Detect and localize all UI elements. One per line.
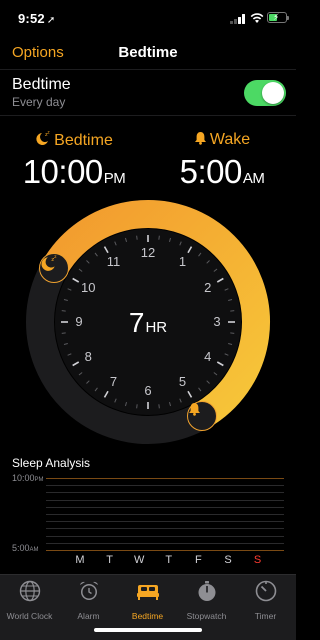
duration-unit: HR bbox=[145, 319, 168, 336]
chart-top-time: 10:00 bbox=[12, 473, 35, 483]
bell-icon bbox=[194, 132, 206, 145]
tab-alarm[interactable]: Alarm bbox=[59, 579, 118, 621]
grid-line bbox=[46, 550, 284, 551]
bedtime-ampm: PM bbox=[103, 170, 126, 187]
tab-world-clock[interactable]: World Clock bbox=[0, 579, 59, 621]
moon-zzz-icon: z z bbox=[41, 255, 58, 271]
chart-top-label: 10:00PM bbox=[12, 473, 44, 483]
duration-value: 7 bbox=[128, 307, 145, 338]
wake-handle[interactable] bbox=[187, 400, 217, 431]
home-indicator bbox=[94, 628, 202, 632]
tab-timer[interactable]: Timer bbox=[236, 579, 295, 621]
stopwatch-icon bbox=[198, 581, 215, 601]
wake-label-row: Wake bbox=[148, 130, 296, 150]
cellular-signal-icon bbox=[230, 14, 246, 24]
grid-line bbox=[46, 528, 284, 530]
clock-number: 5 bbox=[178, 373, 187, 389]
sleep-analysis: Sleep Analysis 10:00PM 5:00AM M T W T F S S bbox=[0, 456, 296, 568]
clock-number: 2 bbox=[204, 279, 212, 295]
sleep-duration: 7HR bbox=[24, 308, 272, 343]
clock-tick bbox=[136, 235, 138, 240]
day-label: S bbox=[253, 554, 262, 566]
alarm-clock-icon bbox=[79, 581, 98, 600]
clock-number: 8 bbox=[84, 348, 92, 364]
bedtime-label: Bedtime bbox=[54, 132, 113, 149]
chart-grid bbox=[46, 478, 284, 551]
clock-number: 7 bbox=[109, 373, 118, 389]
page-title: Bedtime bbox=[118, 44, 178, 61]
tab-label: Stopwatch bbox=[186, 611, 227, 621]
bell-icon bbox=[189, 402, 200, 416]
clock-tick bbox=[158, 404, 160, 409]
tab-label: Timer bbox=[254, 611, 277, 621]
day-label: S bbox=[224, 554, 232, 566]
wake-time: 5:00 bbox=[179, 153, 243, 190]
wake-label: Wake bbox=[209, 131, 251, 148]
sleep-clock-dial[interactable]: 12 1 2 3 4 5 6 7 8 9 10 11 7HR z z bbox=[24, 198, 272, 446]
location-arrow-icon: ➚ bbox=[46, 15, 56, 26]
grid-line bbox=[46, 478, 284, 479]
clock-number: 11 bbox=[106, 254, 121, 270]
bed-icon bbox=[136, 585, 159, 600]
clock-number: 4 bbox=[204, 348, 212, 364]
bedtime-value: 10:00PM bbox=[0, 154, 148, 197]
tab-label: World Clock bbox=[6, 611, 53, 621]
bedtime-time-block[interactable]: z z Bedtime 10:00PM bbox=[0, 130, 148, 197]
grid-line bbox=[46, 492, 284, 494]
moon-zzz-icon: z z bbox=[36, 130, 50, 145]
grid-line bbox=[46, 499, 284, 501]
toggle-title: Bedtime bbox=[12, 76, 71, 93]
sleep-analysis-title: Sleep Analysis bbox=[12, 456, 91, 470]
battery-icon: ⚡ bbox=[267, 12, 289, 23]
grid-line bbox=[46, 521, 284, 523]
wake-time-block[interactable]: Wake 5:00AM bbox=[148, 130, 296, 197]
clock-tick bbox=[136, 404, 138, 409]
svg-text:z: z bbox=[48, 130, 50, 135]
chart-bottom-time: 5:00 bbox=[12, 543, 30, 553]
toggle-subtitle: Every day bbox=[12, 95, 66, 109]
day-label: T bbox=[106, 554, 113, 566]
day-label: T bbox=[165, 554, 173, 566]
bedtime-toggle-row: Bedtime Every day bbox=[0, 72, 296, 116]
clock-number: 12 bbox=[140, 245, 156, 260]
globe-icon bbox=[19, 580, 40, 602]
grid-line bbox=[46, 542, 284, 544]
bedtime-time: 10:00 bbox=[22, 153, 104, 190]
day-label: F bbox=[195, 554, 202, 566]
tab-label: Bedtime bbox=[131, 611, 164, 621]
timer-icon bbox=[255, 580, 276, 602]
status-bar: 9:52 ➚ ⚡ bbox=[0, 0, 296, 34]
svg-text:z: z bbox=[55, 255, 58, 260]
wake-ampm: AM bbox=[242, 170, 265, 187]
grid-line bbox=[46, 535, 284, 537]
clock-number: 6 bbox=[144, 383, 152, 398]
clock-number: 10 bbox=[81, 279, 96, 295]
clock-tick bbox=[158, 235, 160, 240]
bedtime-switch[interactable] bbox=[244, 80, 286, 106]
day-label: M bbox=[75, 554, 85, 566]
tab-stopwatch[interactable]: Stopwatch bbox=[177, 579, 236, 621]
chart-bottom-label: 5:00AM bbox=[12, 543, 39, 553]
bedtime-label-row: z z Bedtime bbox=[0, 130, 148, 150]
grid-line bbox=[46, 485, 284, 487]
chart-top-ampm: PM bbox=[34, 477, 44, 483]
grid-line bbox=[46, 506, 284, 508]
tab-label: Alarm bbox=[77, 611, 100, 621]
day-label: W bbox=[133, 554, 145, 566]
status-time: 9:52 ➚ bbox=[18, 11, 56, 26]
grid-line bbox=[46, 514, 284, 515]
navigation-bar: Options Bedtime bbox=[0, 34, 296, 70]
wake-value: 5:00AM bbox=[148, 154, 296, 197]
switch-knob bbox=[262, 82, 284, 104]
clock-number: 1 bbox=[178, 254, 187, 270]
tab-bedtime[interactable]: Bedtime bbox=[118, 579, 177, 621]
chart-bottom-ampm: AM bbox=[29, 547, 39, 553]
wifi-icon bbox=[250, 13, 264, 23]
